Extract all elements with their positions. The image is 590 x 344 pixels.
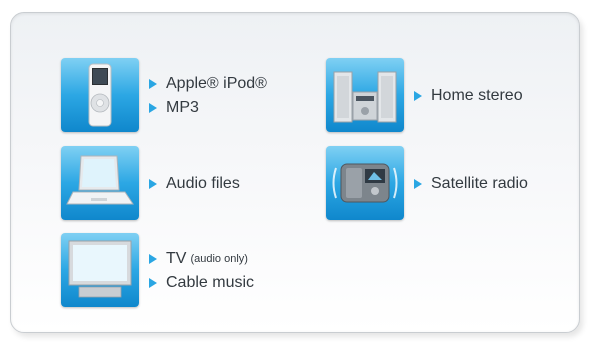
bullet-arrow-icon [414, 179, 422, 189]
label-mp3: MP3 [149, 96, 267, 120]
bullet-arrow-icon [414, 91, 422, 101]
laptop-icon [61, 146, 139, 220]
label-tv: TV (audio only) [149, 247, 254, 271]
tv-icon [61, 233, 139, 307]
bullet-arrow-icon [149, 278, 157, 288]
label-cable-music: Cable music [149, 271, 254, 295]
audio-only-note: (audio only) [190, 253, 248, 265]
label-audio-files: Audio files [149, 172, 240, 196]
bullet-arrow-icon [149, 103, 157, 113]
bullet-arrow-icon [149, 254, 157, 264]
label-home-stereo: Home stereo [414, 84, 523, 108]
bullet-arrow-icon [149, 179, 157, 189]
home-stereo-icon [326, 58, 404, 132]
satellite-radio-icon [326, 146, 404, 220]
label-satellite-radio: Satellite radio [414, 172, 528, 196]
ipod-icon [61, 58, 139, 132]
device-panel: Apple® iPod® MP3 Audio files TV (audio o… [10, 12, 580, 333]
bullet-arrow-icon [149, 79, 157, 89]
label-apple-ipod: Apple® iPod® [149, 72, 267, 96]
